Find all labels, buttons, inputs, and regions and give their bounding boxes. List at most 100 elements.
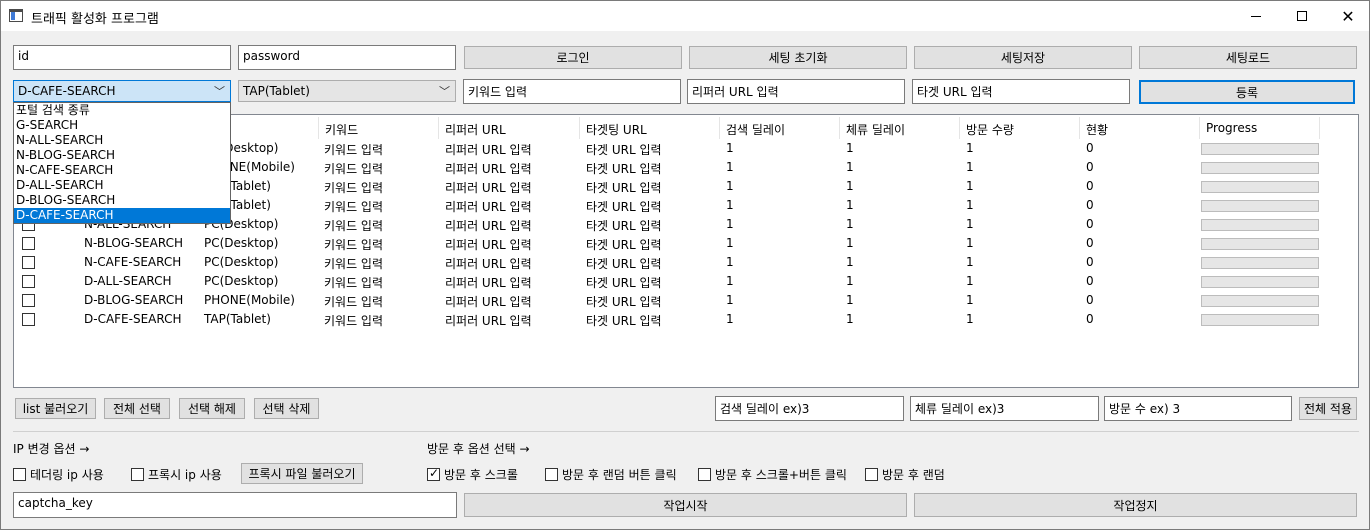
tethering-ip-checkbox[interactable]: 테더링 ip 사용: [13, 466, 104, 483]
cell-referrer-url: 리퍼러 URL 입력: [445, 143, 532, 157]
cell-visit-count: 1: [966, 293, 974, 307]
column-header-target-url[interactable]: 타겟팅 URL: [580, 117, 720, 139]
column-header-referrer-url[interactable]: 리퍼러 URL: [439, 117, 580, 139]
bulk-visits-input[interactable]: 방문 수 ex) 3: [1104, 396, 1292, 421]
column-header-progress[interactable]: Progress: [1200, 117, 1320, 139]
cell-search-delay: 1: [726, 236, 734, 250]
deselect-button[interactable]: 선택 해제: [179, 398, 245, 419]
minimize-button[interactable]: [1233, 1, 1279, 31]
cell-stay-delay: 1: [846, 217, 854, 231]
column-header-visit-count[interactable]: 방문 수량: [960, 117, 1080, 139]
cell-search-delay: 1: [726, 274, 734, 288]
keyword-input[interactable]: 키워드 입력: [463, 79, 681, 104]
cell-visit-count: 1: [966, 141, 974, 155]
cell-referrer-url: 리퍼러 URL 입력: [445, 314, 532, 328]
bulk-stay-delay-input[interactable]: 체류 딜레이 ex)3: [910, 396, 1099, 421]
load-settings-button[interactable]: 세팅로드: [1139, 46, 1357, 69]
portal-dropdown-option[interactable]: N-CAFE-SEARCH: [14, 163, 230, 178]
bulk-search-delay-input[interactable]: 검색 딜레이 ex)3: [715, 396, 904, 421]
cell-target-url: 타겟 URL 입력: [586, 219, 662, 233]
cell-stay-delay: 1: [846, 236, 854, 250]
table-row[interactable]: D-CAFE-SEARCH TAP(Tablet) 키워드 입력 리퍼러 URL 입력…: [14, 310, 1354, 329]
window-title: 트래픽 활성화 프로그램: [31, 12, 159, 27]
portal-dropdown-option[interactable]: G-SEARCH: [14, 118, 230, 133]
portal-select-value: D-CAFE-SEARCH: [18, 84, 116, 98]
password-input[interactable]: password: [238, 45, 456, 70]
cell-search-delay: 1: [726, 198, 734, 212]
reset-settings-button[interactable]: 세팅 초기화: [689, 46, 907, 69]
load-proxy-file-button[interactable]: 프록시 파일 불러오기: [241, 463, 363, 484]
tethering-ip-label: 테더링 ip 사용: [30, 468, 104, 482]
portal-dropdown-option[interactable]: 포털 검색 종류: [14, 103, 230, 118]
column-header-status[interactable]: 현황: [1080, 117, 1200, 139]
cell-portal: D-ALL-SEARCH: [84, 274, 172, 288]
column-header-stay-delay[interactable]: 체류 딜레이: [840, 117, 960, 139]
portal-dropdown-option[interactable]: N-ALL-SEARCH: [14, 133, 230, 148]
portal-dropdown-option[interactable]: D-ALL-SEARCH: [14, 178, 230, 193]
load-list-button[interactable]: list 불러오기: [15, 398, 96, 419]
cell-target-url: 타겟 URL 입력: [586, 162, 662, 176]
column-header-search-delay[interactable]: 검색 딜레이: [720, 117, 840, 139]
cell-device: PC(Desktop): [204, 255, 279, 269]
cell-status: 0: [1086, 312, 1094, 326]
cell-target-url: 타겟 URL 입력: [586, 276, 662, 290]
cell-search-delay: 1: [726, 217, 734, 231]
row-checkbox[interactable]: [22, 275, 35, 288]
cell-visit-count: 1: [966, 274, 974, 288]
cell-stay-delay: 1: [846, 293, 854, 307]
id-input[interactable]: id: [13, 45, 231, 70]
select-all-button[interactable]: 전체 선택: [104, 398, 170, 419]
table-row[interactable]: N-CAFE-SEARCH PC(Desktop) 키워드 입력 리퍼러 URL 입력…: [14, 253, 1354, 272]
save-settings-button[interactable]: 세팅저장: [914, 46, 1132, 69]
captcha-key-input[interactable]: captcha_key: [13, 492, 457, 518]
random-button-click-label: 방문 후 랜덤 버튼 클릭: [562, 468, 677, 482]
portal-select[interactable]: D-CAFE-SEARCH ﹀: [13, 80, 231, 102]
portal-dropdown-option[interactable]: D-BLOG-SEARCH: [14, 193, 230, 208]
random-button-click-checkbox[interactable]: 방문 후 랜덤 버튼 클릭: [545, 466, 677, 483]
cell-stay-delay: 1: [846, 255, 854, 269]
row-checkbox[interactable]: [22, 237, 35, 250]
cell-referrer-url: 리퍼러 URL 입력: [445, 238, 532, 252]
portal-dropdown-list[interactable]: 포털 검색 종류 G-SEARCH N-ALL-SEARCH N-BLOG-SEARC…: [13, 102, 231, 224]
table-row[interactable]: D-ALL-SEARCH PC(Desktop) 키워드 입력 리퍼러 URL 입력 타…: [14, 272, 1354, 291]
referrer-url-input[interactable]: 리퍼러 URL 입력: [687, 79, 905, 104]
table-row[interactable]: N-BLOG-SEARCH PC(Desktop) 키워드 입력 리퍼러 URL 입력…: [14, 234, 1354, 253]
scroll-button-click-checkbox[interactable]: 방문 후 스크롤+버튼 클릭: [698, 466, 847, 483]
table-row[interactable]: D-BLOG-SEARCH PHONE(Mobile) 키워드 입력 리퍼러 URL …: [14, 291, 1354, 310]
cell-status: 0: [1086, 236, 1094, 250]
portal-dropdown-option[interactable]: N-BLOG-SEARCH: [14, 148, 230, 163]
cell-stay-delay: 1: [846, 160, 854, 174]
random-after-visit-checkbox[interactable]: 방문 후 랜덤: [865, 466, 945, 483]
cell-search-delay: 1: [726, 141, 734, 155]
target-url-input[interactable]: 타겟 URL 입력: [912, 79, 1130, 104]
cell-stay-delay: 1: [846, 274, 854, 288]
apply-all-button[interactable]: 전체 적용: [1299, 397, 1357, 420]
cell-search-delay: 1: [726, 160, 734, 174]
stop-job-button[interactable]: 작업정지: [914, 493, 1357, 517]
row-checkbox[interactable]: [22, 256, 35, 269]
delete-selected-button[interactable]: 선택 삭제: [254, 398, 319, 419]
device-select[interactable]: TAP(Tablet) ﹀: [238, 80, 456, 102]
row-checkbox[interactable]: [22, 294, 35, 307]
scroll-after-visit-checkbox[interactable]: 방문 후 스크롤: [427, 466, 518, 483]
row-progress-bar: [1201, 295, 1319, 307]
row-progress-bar: [1201, 162, 1319, 174]
cell-visit-count: 1: [966, 198, 974, 212]
maximize-button[interactable]: [1279, 1, 1325, 31]
close-button[interactable]: ✕: [1325, 1, 1370, 31]
cell-stay-delay: 1: [846, 179, 854, 193]
row-checkbox[interactable]: [22, 313, 35, 326]
proxy-ip-checkbox[interactable]: 프록시 ip 사용: [131, 466, 222, 483]
cell-device: PC(Desktop): [204, 236, 279, 250]
register-button[interactable]: 등록: [1139, 80, 1355, 104]
cell-portal: N-BLOG-SEARCH: [84, 236, 183, 250]
login-button[interactable]: 로그인: [464, 46, 682, 69]
app-window-icon: [9, 9, 23, 22]
start-job-button[interactable]: 작업시작: [464, 493, 907, 517]
cell-keyword: 키워드 입력: [324, 276, 384, 290]
cell-referrer-url: 리퍼러 URL 입력: [445, 162, 532, 176]
portal-dropdown-option[interactable]: D-CAFE-SEARCH: [14, 208, 230, 223]
cell-target-url: 타겟 URL 입력: [586, 181, 662, 195]
column-header-keyword[interactable]: 키워드: [319, 117, 439, 139]
cell-stay-delay: 1: [846, 198, 854, 212]
